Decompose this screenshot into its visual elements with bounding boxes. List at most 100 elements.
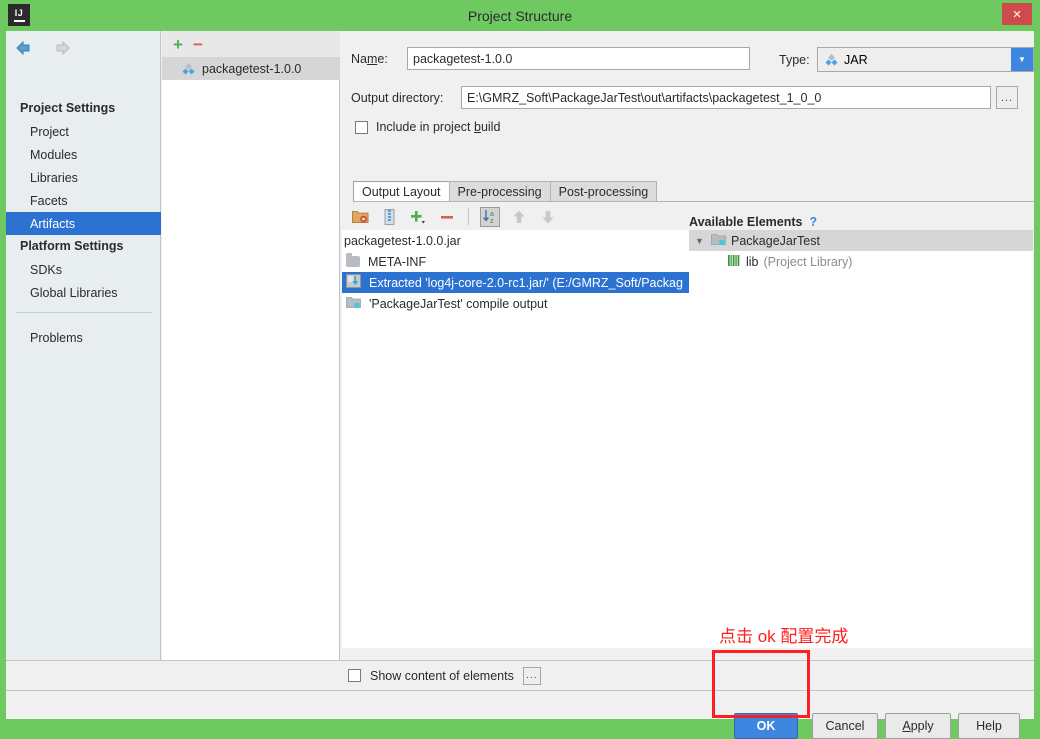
tree-row-label: META-INF [368, 254, 427, 269]
project-structure-window: IJ Project Structure × Project Settings … [0, 0, 1040, 739]
sidebar-item-problems[interactable]: Problems [6, 326, 161, 349]
sidebar-group-header-platform-settings: Platform Settings [20, 239, 124, 253]
forward-arrow-icon [50, 39, 72, 57]
create-archive-icon[interactable] [379, 207, 399, 227]
svg-text:a: a [490, 211, 494, 218]
dialog-content: Project Settings Project Modules Librari… [6, 31, 1034, 739]
sidebar-item-label: SDKs [30, 262, 62, 277]
sidebar-group-header-project-settings: Project Settings [20, 101, 116, 115]
artifact-diamond-icon [825, 53, 838, 66]
tab-label: Output Layout [362, 185, 441, 199]
show-content-row: Show content of elements ... [6, 660, 1034, 690]
cancel-button[interactable]: Cancel [812, 713, 878, 739]
tab-label: Post-processing [558, 185, 649, 199]
name-label: Name: [351, 51, 388, 66]
tab-output-layout[interactable]: Output Layout [353, 181, 450, 202]
tree-row[interactable]: lib (Project Library) [689, 251, 1033, 272]
name-input[interactable]: packagetest-1.0.0 [407, 47, 750, 70]
module-output-icon [346, 295, 361, 312]
tab-post-processing[interactable]: Post-processing [549, 181, 658, 202]
tree-row-label: packagetest-1.0.0.jar [344, 233, 461, 248]
tree-row-label: lib [746, 254, 759, 269]
name-field-row: Name: packagetest-1.0.0 [351, 47, 750, 70]
sidebar-item-sdks[interactable]: SDKs [6, 258, 161, 281]
sidebar-item-facets[interactable]: Facets [6, 189, 161, 212]
tab-pre-processing[interactable]: Pre-processing [448, 181, 551, 202]
chevron-down-icon[interactable]: ▼ [1011, 48, 1033, 71]
type-combobox-value-wrap: JAR [818, 53, 1011, 67]
sidebar-item-artifacts[interactable]: Artifacts [6, 212, 161, 235]
sidebar-item-modules[interactable]: Modules [6, 143, 161, 166]
artifacts-toolbar: + − [162, 31, 340, 57]
artifact-editor-panel: Name: packagetest-1.0.0 Type: JAR ▼ Outp… [341, 31, 1034, 660]
add-artifact-button[interactable]: + [173, 36, 183, 53]
browse-output-directory-button[interactable]: ... [996, 86, 1018, 109]
create-directory-icon[interactable] [350, 207, 370, 227]
move-down-icon [538, 207, 558, 227]
module-icon [711, 232, 726, 249]
show-content-label: Show content of elements [370, 668, 514, 683]
window-title: Project Structure [467, 7, 573, 24]
output-directory-label: Output directory: [351, 90, 444, 105]
add-icon[interactable] [408, 207, 428, 227]
list-item[interactable]: packagetest-1.0.0 [162, 57, 340, 80]
type-combobox[interactable]: JAR ▼ [817, 47, 1034, 72]
ok-button[interactable]: OK [734, 713, 798, 739]
type-field-row: Type: JAR ▼ [779, 47, 1034, 72]
available-elements-tree[interactable]: ▼ PackageJarTest lib (Project Library) [689, 230, 1033, 648]
include-in-build-checkbox[interactable] [355, 120, 368, 134]
artifact-diamond-icon [182, 62, 195, 75]
tree-row[interactable]: 'PackageJarTest' compile output [342, 293, 689, 314]
artifacts-list-panel: + − packagetest-1.0.0 [162, 31, 340, 660]
remove-artifact-button[interactable]: − [193, 36, 203, 53]
svg-text:z: z [490, 218, 494, 224]
output-directory-input[interactable]: E:\GMRZ_Soft\PackageJarTest\out\artifact… [461, 86, 991, 109]
sidebar-item-project[interactable]: Project [6, 120, 161, 143]
dialog-button-bar: OK Cancel Apply Help [6, 690, 1034, 739]
sidebar-item-label: Modules [30, 147, 78, 162]
tree-row[interactable]: ▼ PackageJarTest [689, 230, 1033, 251]
help-question-icon[interactable]: ? [809, 215, 817, 229]
type-label: Type: [779, 52, 810, 67]
tree-row[interactable]: packagetest-1.0.0.jar [342, 230, 689, 251]
sidebar-item-label: Problems [30, 330, 83, 345]
tab-label: Pre-processing [457, 185, 542, 199]
sidebar-item-label: Facets [30, 193, 68, 208]
include-in-build-row: Include in project build [355, 120, 500, 134]
move-up-icon [509, 207, 529, 227]
back-arrow-icon[interactable] [14, 39, 36, 57]
annotation-note: 点击 ok 配置完成 [719, 627, 849, 646]
tree-row-label: 'PackageJarTest' compile output [369, 296, 548, 311]
tree-row-suffix: (Project Library) [763, 254, 853, 269]
sidebar-item-label: Project [30, 124, 69, 139]
output-directory-row: Output directory: E:\GMRZ_Soft\PackageJa… [351, 86, 1018, 109]
chevron-down-icon[interactable]: ▼ [695, 236, 706, 246]
sidebar-item-global-libraries[interactable]: Global Libraries [6, 281, 161, 304]
toolbar-divider [468, 208, 469, 225]
folder-icon [346, 253, 360, 267]
tab-underline [353, 201, 1034, 202]
tree-row[interactable]: Extracted 'log4j-core-2.0-rc1.jar/' (E:/… [342, 272, 689, 293]
sidebar-item-label: Artifacts [30, 216, 76, 231]
extracted-archive-icon [346, 274, 361, 291]
available-elements-header: Available Elements ? [689, 213, 1033, 230]
close-icon[interactable]: × [1002, 3, 1032, 25]
type-combobox-value: JAR [844, 52, 868, 67]
title-bar: IJ Project Structure × [0, 0, 1040, 31]
sidebar-item-libraries[interactable]: Libraries [6, 166, 161, 189]
show-content-options-button[interactable]: ... [522, 666, 541, 685]
library-icon [727, 254, 741, 270]
sidebar-divider [16, 312, 152, 313]
remove-icon[interactable] [437, 207, 457, 227]
help-button[interactable]: Help [958, 713, 1020, 739]
list-item-label: packagetest-1.0.0 [202, 61, 302, 76]
apply-button[interactable]: Apply [885, 713, 951, 739]
show-content-checkbox[interactable] [348, 669, 361, 682]
output-layout-tree[interactable]: packagetest-1.0.0.jar META-INF Extracted [342, 230, 689, 648]
tree-row-label: Extracted 'log4j-core-2.0-rc1.jar/' (E:/… [369, 275, 683, 290]
include-in-build-label: Include in project build [376, 120, 501, 134]
sort-alphabetically-icon[interactable]: a z [480, 206, 500, 227]
navigation-arrows [14, 39, 72, 57]
tree-row[interactable]: META-INF [342, 251, 689, 272]
sidebar-item-label: Libraries [30, 170, 78, 185]
